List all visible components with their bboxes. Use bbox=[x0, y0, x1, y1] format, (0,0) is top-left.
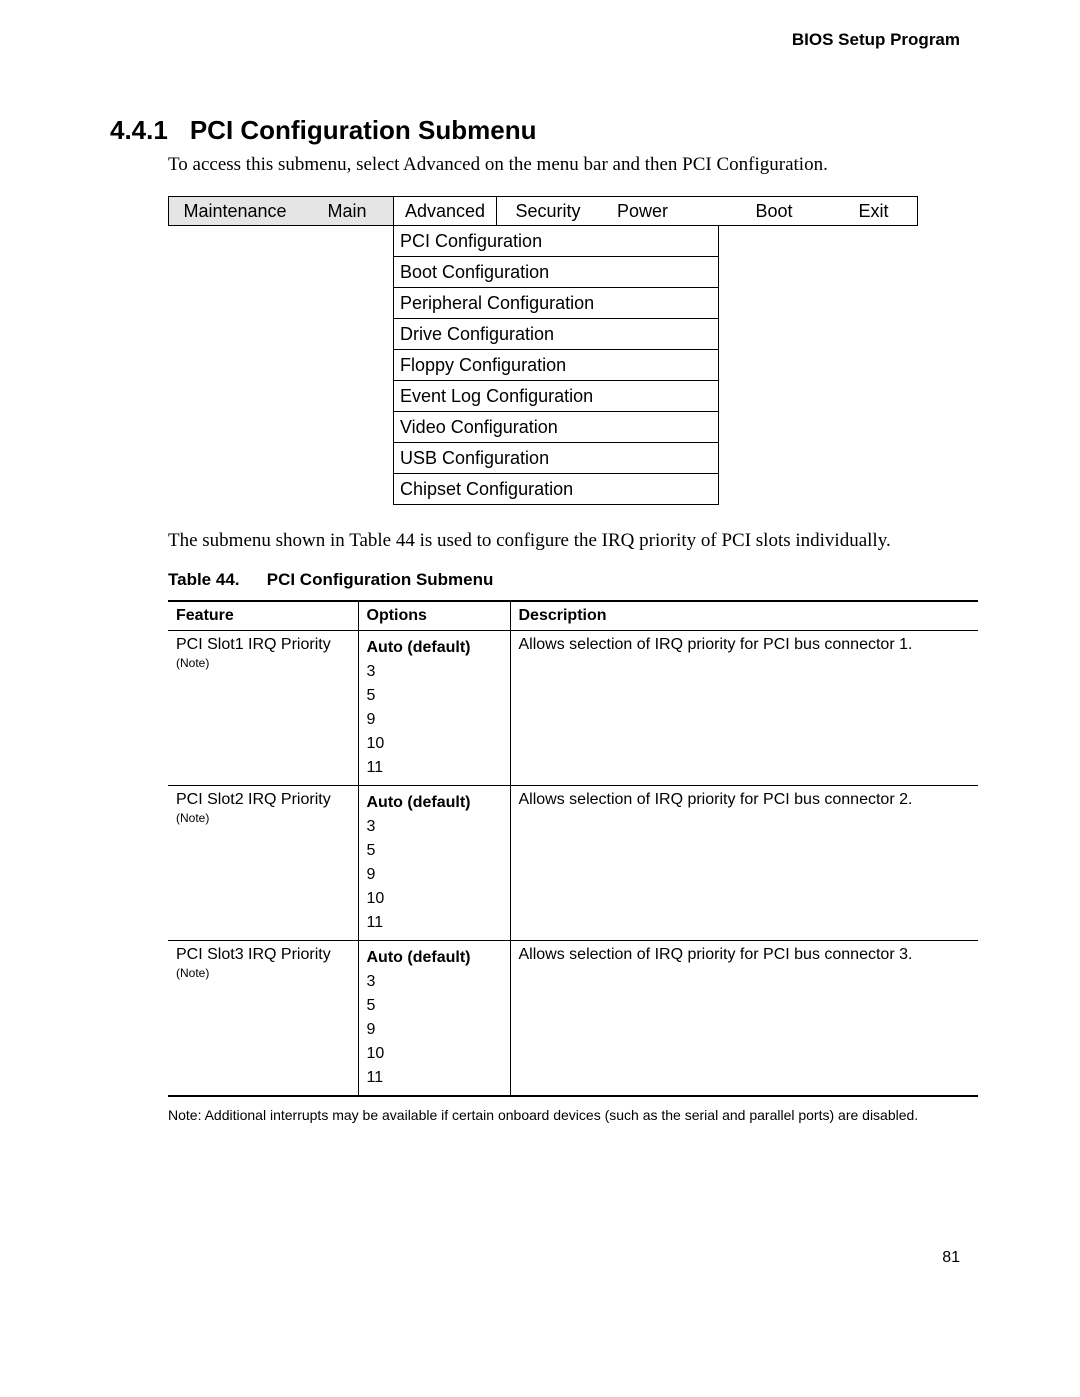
table-row: PCI Slot1 IRQ Priority (Note) Auto (defa… bbox=[168, 631, 978, 786]
option-value: 5 bbox=[367, 994, 502, 1018]
table-row: PCI Slot2 IRQ Priority (Note) Auto (defa… bbox=[168, 786, 978, 941]
submenu-item: USB Configuration bbox=[394, 443, 719, 474]
option-value: 5 bbox=[367, 839, 502, 863]
option-value: 9 bbox=[367, 708, 502, 732]
option-default: Auto (default) bbox=[367, 791, 502, 815]
option-value: 9 bbox=[367, 1018, 502, 1042]
feature-name: PCI Slot2 IRQ Priority bbox=[176, 791, 331, 808]
option-value: 9 bbox=[367, 863, 502, 887]
submenu-item: Chipset Configuration bbox=[394, 474, 719, 505]
option-value: 11 bbox=[367, 756, 502, 780]
submenu-item: Video Configuration bbox=[394, 412, 719, 443]
section-title: PCI Configuration Submenu bbox=[190, 115, 537, 146]
option-value: 10 bbox=[367, 887, 502, 911]
feature-note: (Note) bbox=[176, 811, 350, 825]
th-description: Description bbox=[510, 601, 978, 631]
option-value: 3 bbox=[367, 970, 502, 994]
th-options: Options bbox=[358, 601, 510, 631]
submenu-item: Floppy Configuration bbox=[394, 350, 719, 381]
running-header: BIOS Setup Program bbox=[120, 30, 960, 50]
table-row: PCI Slot3 IRQ Priority (Note) Auto (defa… bbox=[168, 941, 978, 1097]
menu-maintenance: Maintenance bbox=[169, 197, 302, 226]
option-value: 11 bbox=[367, 1066, 502, 1090]
option-default: Auto (default) bbox=[367, 636, 502, 660]
menu-main: Main bbox=[301, 197, 394, 226]
option-value: 3 bbox=[367, 815, 502, 839]
table-title: PCI Configuration Submenu bbox=[267, 570, 494, 589]
section-number: 4.4.1 bbox=[110, 115, 168, 146]
submenu-item: PCI Configuration bbox=[394, 226, 719, 257]
option-value: 3 bbox=[367, 660, 502, 684]
submenu-item: Peripheral Configuration bbox=[394, 288, 719, 319]
spec-table: Feature Options Description PCI Slot1 IR… bbox=[168, 600, 978, 1097]
submenu-item: Boot Configuration bbox=[394, 257, 719, 288]
feature-note: (Note) bbox=[176, 656, 350, 670]
feature-note: (Note) bbox=[176, 966, 350, 980]
table-number: Table 44. bbox=[168, 570, 262, 590]
menu-boot: Boot bbox=[718, 197, 830, 226]
feature-name: PCI Slot1 IRQ Priority bbox=[176, 636, 331, 653]
section-heading: 4.4.1 PCI Configuration Submenu bbox=[110, 115, 960, 146]
menu-security: Security bbox=[497, 197, 600, 226]
th-feature: Feature bbox=[168, 601, 358, 631]
submenu-item: Event Log Configuration bbox=[394, 381, 719, 412]
table-caption: Table 44. PCI Configuration Submenu bbox=[168, 570, 960, 590]
menu-power: Power bbox=[599, 197, 718, 226]
feature-description: Allows selection of IRQ priority for PCI… bbox=[510, 786, 978, 941]
option-value: 10 bbox=[367, 1042, 502, 1066]
feature-name: PCI Slot3 IRQ Priority bbox=[176, 946, 331, 963]
option-default: Auto (default) bbox=[367, 946, 502, 970]
option-value: 5 bbox=[367, 684, 502, 708]
after-menu-paragraph: The submenu shown in Table 44 is used to… bbox=[168, 530, 960, 552]
intro-paragraph: To access this submenu, select Advanced … bbox=[168, 154, 960, 176]
table-footnote: Note: Additional interrupts may be avail… bbox=[168, 1107, 960, 1123]
option-value: 11 bbox=[367, 911, 502, 935]
menu-exit: Exit bbox=[830, 197, 918, 226]
feature-description: Allows selection of IRQ priority for PCI… bbox=[510, 941, 978, 1097]
menu-bar-table: Maintenance Main Advanced Security Power… bbox=[168, 196, 918, 505]
page-number: 81 bbox=[942, 1249, 960, 1267]
submenu-item: Drive Configuration bbox=[394, 319, 719, 350]
option-value: 10 bbox=[367, 732, 502, 756]
menu-advanced: Advanced bbox=[394, 197, 497, 226]
feature-description: Allows selection of IRQ priority for PCI… bbox=[510, 631, 978, 786]
